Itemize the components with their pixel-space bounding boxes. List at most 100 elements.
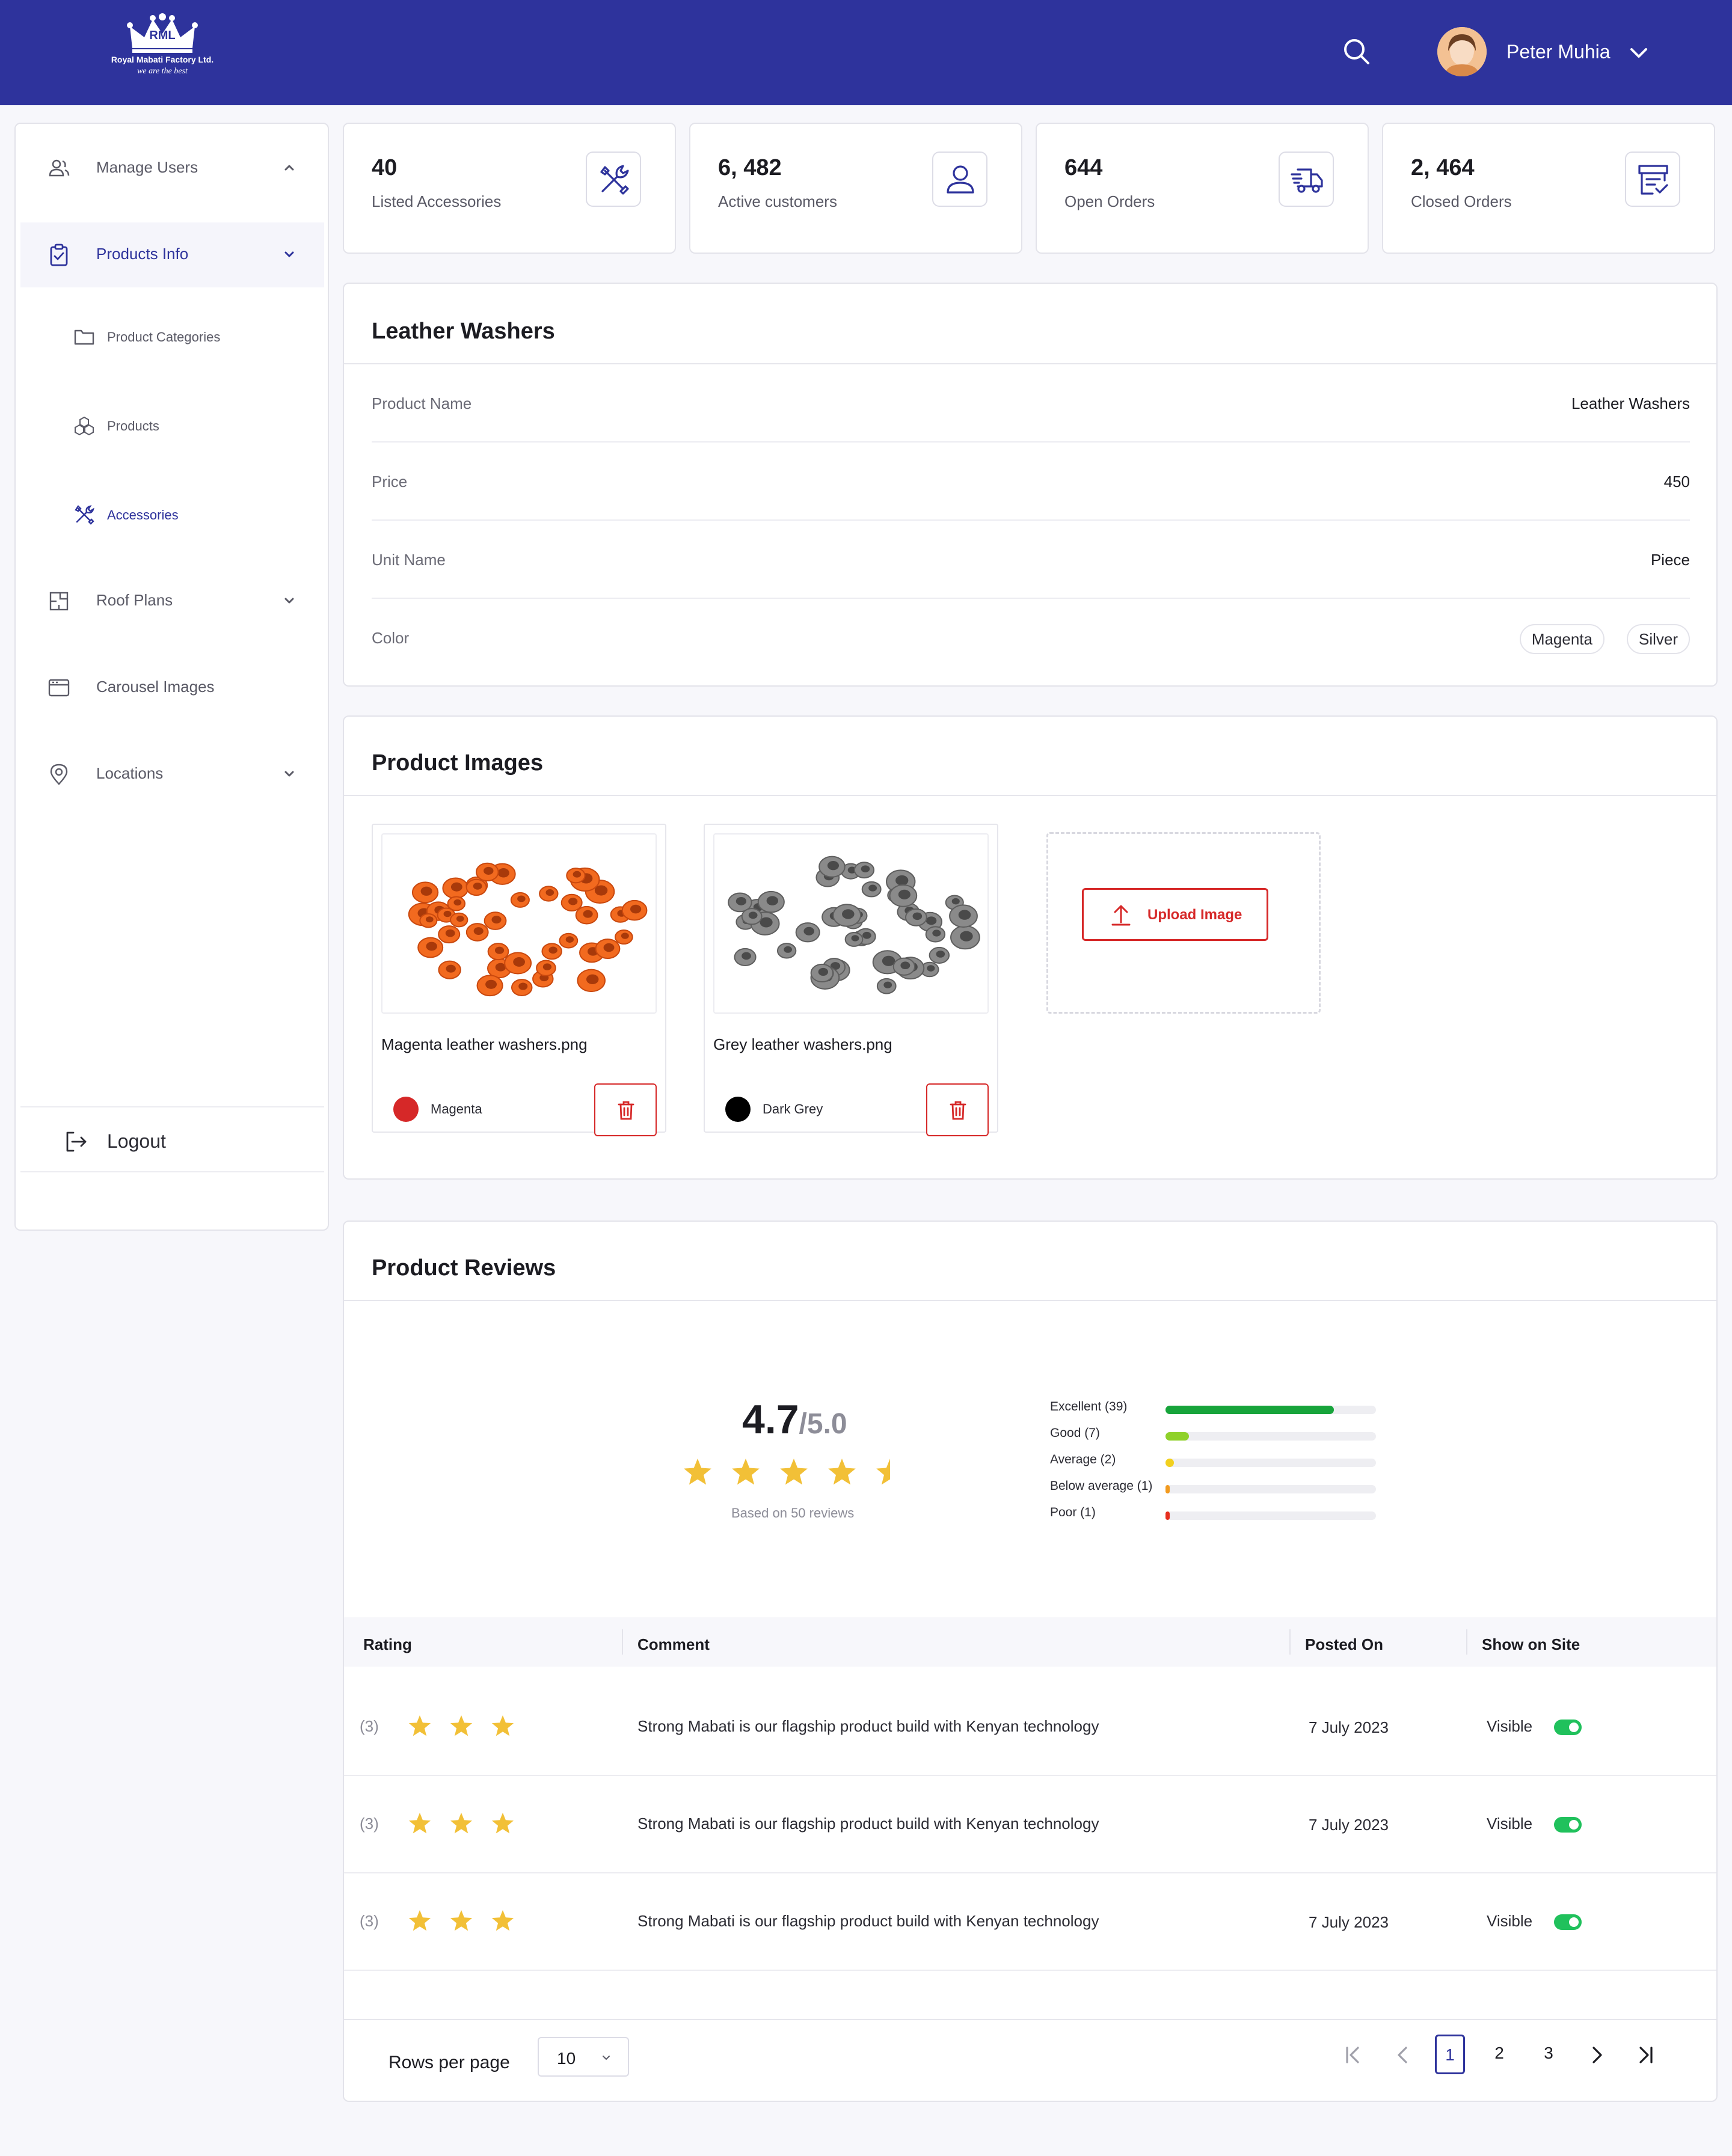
washer-hole [912,912,923,920]
washer-hole [443,910,452,917]
next-page-icon[interactable] [1584,2042,1611,2068]
sidebar-item-manage-users[interactable]: Manage Users [20,136,324,201]
sidebar-item-products-info[interactable]: Products Info [20,222,324,287]
show-on-site-toggle[interactable] [1554,1817,1582,1833]
washer-hole [446,964,456,973]
sidebar-item-carousel-images[interactable]: Carousel Images [20,655,324,720]
stat-card-open-orders: 644 Open Orders [1036,123,1369,254]
washer-hole [545,889,554,896]
column-divider [1466,1629,1467,1655]
sidebar-item-products[interactable]: Products [20,402,324,450]
rating-count: (3) [360,1912,379,1930]
previous-page-icon[interactable] [1389,2042,1416,2068]
product-image-thumbnail[interactable] [381,833,657,1014]
reviews-table-header: Rating Comment Posted On Show on Site [344,1617,1716,1667]
show-on-site-toggle[interactable] [1554,1720,1582,1735]
star-icon [780,1459,808,1485]
washer-hole [895,875,909,886]
company-logo[interactable]: RML Royal Mabati Factory Ltd. we are the… [108,13,216,91]
column-header-rating[interactable]: Rating [363,1635,412,1654]
star-icon [732,1459,760,1485]
washers-image [728,856,980,994]
washer-hole [742,952,751,960]
rating-progress-track [1165,1432,1376,1441]
washer-hole [900,961,911,970]
color-swatch [725,1097,751,1122]
washer-hole [513,957,525,967]
rating-progress-fill [1165,1485,1170,1493]
detail-row-price: Price 450 [372,443,1690,521]
column-header-show-on-site[interactable]: Show on Site [1482,1635,1580,1654]
sidebar-item-accessories[interactable]: Accessories [20,491,324,539]
truck-icon [1291,168,1323,193]
upload-image-button[interactable]: Upload Image [1082,888,1268,941]
rating-breakdown-row: Good (7) [1050,1426,1381,1444]
chevron-up-icon[interactable] [280,159,298,177]
stat-icon-box [586,152,641,207]
washer-hole [565,936,574,943]
washer-hole [491,916,502,924]
rating-breakdown-row: Excellent (39) [1050,1400,1381,1418]
page-button-2[interactable]: 2 [1484,2035,1514,2074]
last-page-icon[interactable] [1632,2042,1659,2068]
logout-button[interactable]: Logout [20,1106,324,1172]
chevron-down-icon[interactable] [280,765,298,783]
user-name[interactable]: Peter Muhia [1506,41,1611,63]
rating-progress-fill [1165,1459,1174,1467]
washer-hole [883,981,892,988]
color-chip-silver[interactable]: Silver [1626,624,1690,654]
chevron-down-icon[interactable] [280,592,298,610]
sidebar-item-label: Roof Plans [96,591,173,609]
image-card: Grey leather washers.png Dark Grey [704,824,998,1136]
stat-icon-box [932,152,987,207]
page-button-3[interactable]: 3 [1534,2035,1564,2074]
column-header-posted-on[interactable]: Posted On [1305,1635,1383,1654]
washer-hole [494,946,505,954]
chevron-down-icon[interactable] [1627,41,1651,65]
washer-hole [898,889,911,899]
posted-date: 7 July 2023 [1309,1913,1389,1931]
chevron-down-icon[interactable] [280,245,298,263]
washer-hole [586,974,599,985]
column-divider [622,1629,623,1655]
sidebar-item-label: Accessories [107,507,179,522]
tools-icon [600,165,629,195]
washer-hole [473,927,484,935]
delete-image-button[interactable] [594,1083,657,1136]
delete-image-button[interactable] [926,1083,989,1136]
table-row: (3) Strong Mabati is our flagship product… [344,1873,1716,1971]
first-page-icon[interactable] [1340,2042,1366,2068]
show-on-site-toggle[interactable] [1554,1914,1582,1930]
stat-icon-box [1279,152,1334,207]
search-icon[interactable] [1341,36,1372,67]
detail-key: Price [372,473,408,491]
washer-hole [818,967,829,976]
page-button-1[interactable]: 1 [1435,2035,1465,2074]
rows-per-page-value: 10 [557,2049,576,2068]
washer-hole [473,882,482,890]
image-upload-dropzone[interactable]: Upload Image [1046,832,1321,1014]
product-image-thumbnail[interactable] [713,833,989,1014]
rating-progress-track [1165,1511,1376,1520]
review-comment: Strong Mabati is our flagship product bu… [637,1815,1099,1833]
washer-hole [497,868,509,878]
washer-hole [583,910,593,918]
rows-per-page-select[interactable]: 10 [538,2037,629,2077]
washer-hole [784,946,792,953]
star-icon [450,1910,473,1931]
washer-hole [862,931,871,939]
browser-window-icon [48,679,70,697]
column-header-comment[interactable]: Comment [637,1635,710,1654]
sidebar-item-locations[interactable]: Locations [20,742,324,807]
color-chip-magenta[interactable]: Magenta [1519,624,1605,654]
user-icon [947,165,974,194]
washer-hole [445,929,455,937]
washer-hole [603,943,615,952]
logo-tagline: we are the best [137,67,188,76]
visibility-label: Visible [1487,1815,1533,1833]
star-icon [408,1715,431,1736]
sidebar-item-roof-plans[interactable]: Roof Plans [20,569,324,634]
sidebar-item-product-categories[interactable]: Product Categories [20,313,324,361]
washer-hole [517,895,526,902]
avatar[interactable] [1437,27,1487,76]
